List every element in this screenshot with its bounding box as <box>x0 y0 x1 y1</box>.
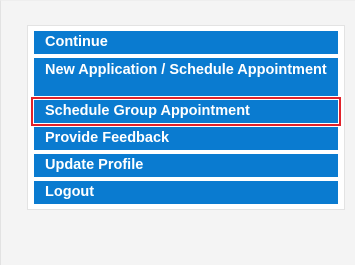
menu-item-label: Update Profile <box>45 157 144 173</box>
menu-list: Continue New Application / Schedule Appo… <box>31 31 341 204</box>
menu-item-label: Continue <box>45 34 108 50</box>
menu-item-continue[interactable]: Continue <box>34 31 338 54</box>
menu-item-label: Logout <box>45 184 95 200</box>
menu-item-schedule-group-appointment[interactable]: Schedule Group Appointment <box>31 97 341 126</box>
menu-item-label: New Application / Schedule Appointment <box>45 62 327 78</box>
menu-item-label: Provide Feedback <box>45 130 170 146</box>
menu-item-update-profile[interactable]: Update Profile <box>34 154 338 177</box>
navigation-menu: Continue New Application / Schedule Appo… <box>27 25 345 210</box>
menu-item-new-application-schedule-appointment[interactable]: New Application / Schedule Appointment <box>34 58 338 96</box>
page: Continue New Application / Schedule Appo… <box>0 0 355 265</box>
menu-item-provide-feedback[interactable]: Provide Feedback <box>34 127 338 150</box>
menu-item-logout[interactable]: Logout <box>34 181 338 204</box>
menu-item-label: Schedule Group Appointment <box>45 103 250 119</box>
